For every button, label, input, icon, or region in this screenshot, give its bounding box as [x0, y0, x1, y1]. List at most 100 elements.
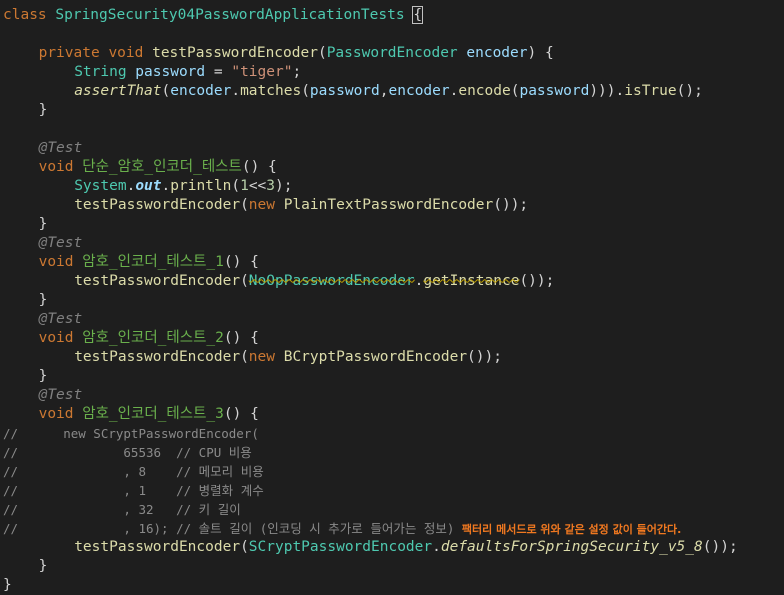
code-line[interactable]: // , 16); // 솔트 길이 (인코딩 시 추가로 들어가는 정보) 팩… [3, 519, 681, 538]
code-token: 암호_인코더_테스트_1 [82, 254, 224, 270]
code-line[interactable]: // new SCryptPasswordEncoder( [3, 424, 259, 443]
code-token: testPasswordEncoder [74, 539, 241, 555]
code-line[interactable]: } [39, 101, 48, 120]
code-token: @Test [38, 140, 83, 156]
code-token: } [38, 292, 48, 308]
code-token: } [38, 368, 48, 384]
code-line[interactable]: void 암호_인코더_테스트_2() { [39, 329, 259, 348]
code-token: // , 8 // 메모리 비용 [3, 464, 264, 479]
code-line[interactable]: // , 32 // 키 길이 [3, 500, 241, 519]
code-token: () { [223, 406, 259, 422]
code-line[interactable]: assertThat(encoder.matches(password,enco… [74, 82, 703, 101]
code-token: } [38, 102, 48, 118]
code-token: println [170, 178, 232, 194]
code-line[interactable]: @Test [39, 234, 83, 253]
code-token: . [126, 178, 136, 194]
code-line[interactable]: // 65536 // CPU 비용 [3, 443, 252, 462]
code-token: } [3, 577, 12, 593]
code-token: @Test [38, 235, 83, 251]
code-token: } [38, 216, 48, 232]
code-token: SCryptPasswordEncoder [248, 539, 433, 555]
code-line[interactable]: // , 8 // 메모리 비용 [3, 462, 264, 481]
code-line[interactable]: @Test [39, 139, 83, 158]
code-token: matches [240, 83, 302, 99]
code-token: 1 [240, 178, 249, 194]
code-line[interactable]: String password = "tiger"; [74, 63, 301, 82]
code-token: ()); [467, 349, 502, 365]
code-token: ( [231, 178, 241, 194]
code-token: encoder [466, 45, 528, 61]
code-token: . [231, 83, 241, 99]
code-line[interactable]: } [3, 576, 12, 595]
code-token: ()); [493, 197, 529, 213]
code-token: testPasswordEncoder [74, 273, 241, 289]
code-token: ( [240, 539, 249, 555]
code-token: System [74, 178, 127, 194]
code-token: ) { [527, 45, 554, 61]
code-token: () { [223, 330, 259, 346]
code-line[interactable]: System.out.println(1<<3); [74, 177, 292, 196]
code-token: password [309, 83, 380, 99]
code-line[interactable]: } [39, 291, 48, 310]
code-token: // , 1 // 병렬화 계수 [3, 483, 264, 498]
code-line[interactable]: testPasswordEncoder(NoOpPasswordEncoder.… [74, 272, 554, 291]
code-token: 암호_인코더_테스트_3 [82, 406, 224, 422]
code-token: "tiger" [231, 64, 293, 80]
code-token: SpringSecurity04PasswordApplicationTests [55, 7, 405, 23]
code-token: private [38, 45, 109, 61]
code-line[interactable]: } [39, 367, 48, 386]
code-token: testPasswordEncoder [74, 349, 241, 365]
code-line[interactable]: testPasswordEncoder(SCryptPasswordEncode… [74, 538, 738, 557]
code-token: // , 16); // 솔트 길이 (인코딩 시 추가로 들어가는 정보) [3, 521, 462, 536]
code-line[interactable]: // , 1 // 병렬화 계수 [3, 481, 264, 500]
code-line[interactable]: @Test [39, 310, 83, 329]
code-token: // 65536 // CPU 비용 [3, 445, 252, 460]
code-token: getInstance [423, 273, 520, 289]
code-line[interactable]: class SpringSecurity04PasswordApplicatio… [3, 6, 424, 25]
code-line[interactable]: void 암호_인코더_테스트_3() { [39, 405, 259, 424]
code-line[interactable]: } [39, 215, 48, 234]
code-token: ))). [589, 83, 625, 99]
code-token: ()); [702, 539, 738, 555]
code-token: void [38, 254, 83, 270]
code-token: 단순_암호_인코더_테스트 [82, 159, 242, 175]
code-token: NoOpPasswordEncoder [248, 273, 415, 289]
code-token: @Test [38, 387, 83, 403]
code-line[interactable]: void 단순_암호_인코더_테스트() { [39, 158, 277, 177]
code-token: 팩터리 메서드로 위와 같은 설정 값이 들어간다. [461, 523, 682, 536]
code-token: // , 32 // 키 길이 [3, 502, 241, 517]
code-token: . [161, 178, 171, 194]
code-token: ( [240, 349, 249, 365]
code-line[interactable]: testPasswordEncoder(new BCryptPasswordEn… [74, 348, 502, 367]
code-token: void [38, 406, 83, 422]
code-line[interactable]: } [39, 557, 48, 576]
code-token: = [205, 64, 232, 80]
code-token: // new SCryptPasswordEncoder( [3, 426, 259, 441]
code-token: << [248, 178, 267, 194]
code-token: void [38, 330, 83, 346]
code-line[interactable]: private void testPasswordEncoder(Passwor… [39, 44, 554, 63]
code-token: BCryptPasswordEncoder [283, 349, 468, 365]
code-token: ( [240, 197, 249, 213]
code-token: PasswordEncoder [326, 45, 467, 61]
code-token: ; [292, 64, 302, 80]
code-token: testPasswordEncoder [152, 45, 318, 61]
code-token: isTrue [624, 83, 677, 99]
code-token: { [412, 6, 424, 24]
code-token: ( [301, 83, 310, 99]
code-token: void [38, 159, 83, 175]
code-line[interactable]: void 암호_인코더_테스트_1() { [39, 253, 259, 272]
code-line[interactable]: testPasswordEncoder(new PlainTextPasswor… [74, 196, 528, 215]
code-token: ( [240, 273, 249, 289]
code-token: new [248, 197, 284, 213]
code-token: ( [317, 45, 327, 61]
code-token: encode [458, 83, 511, 99]
code-token: , [379, 83, 389, 99]
code-token: password [519, 83, 590, 99]
code-token: PlainTextPasswordEncoder [283, 197, 494, 213]
code-token: @Test [38, 311, 83, 327]
code-token: 3 [266, 178, 276, 194]
code-line[interactable]: @Test [39, 386, 83, 405]
code-editor[interactable]: class SpringSecurity04PasswordApplicatio… [0, 0, 784, 593]
code-token: class [3, 7, 56, 23]
